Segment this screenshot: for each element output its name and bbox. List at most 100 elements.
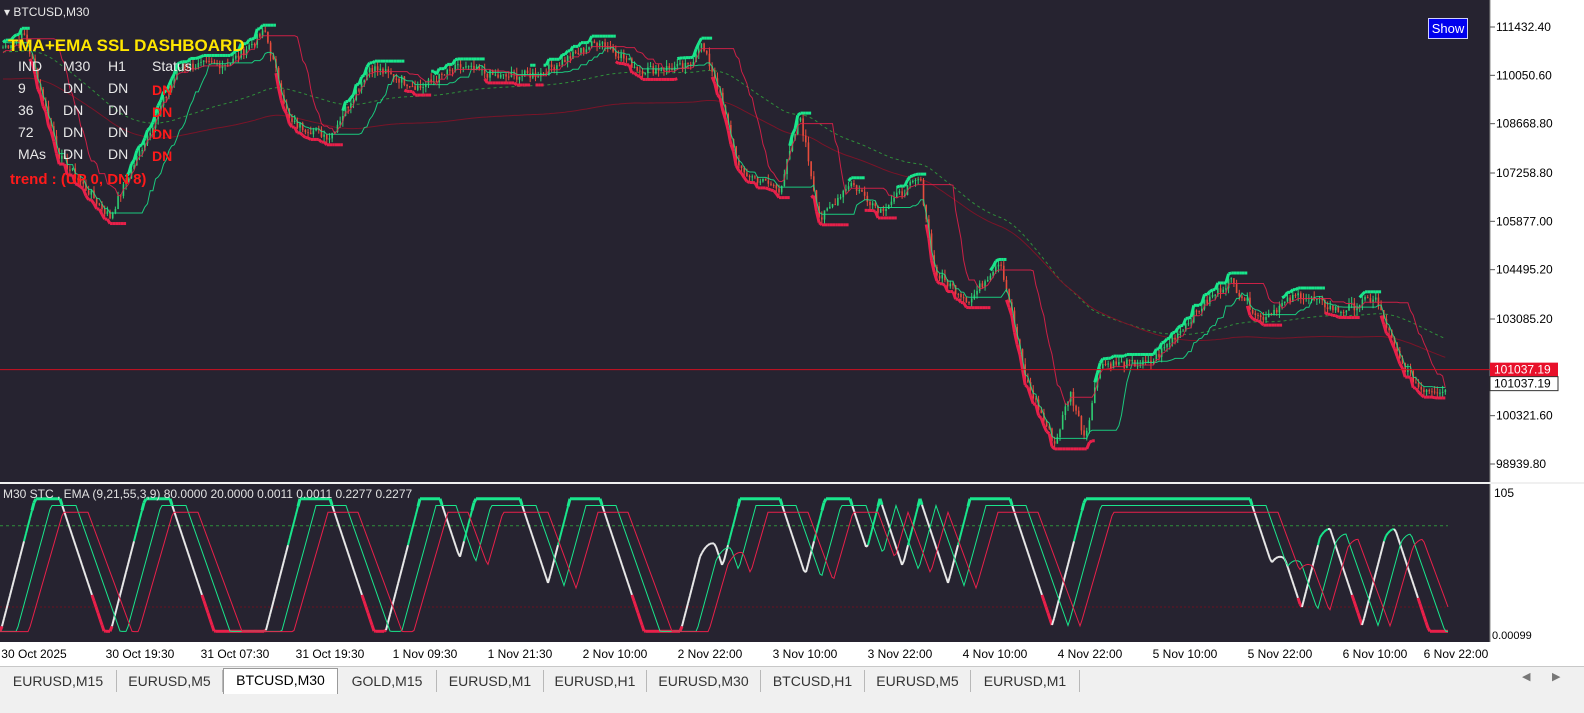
ssl-band-segment bbox=[1188, 317, 1191, 318]
stc-segment bbox=[1276, 557, 1278, 558]
candle-body bbox=[1212, 295, 1214, 297]
tab-eurusd-m5[interactable]: EURUSD,M5 bbox=[865, 670, 971, 692]
candle-body bbox=[409, 86, 411, 87]
candle-body bbox=[958, 294, 960, 295]
candle-body bbox=[642, 71, 644, 74]
stc-segment bbox=[1390, 530, 1392, 531]
ssl-band-segment bbox=[1413, 388, 1416, 389]
tab-btcusd-m30[interactable]: BTCUSD,M30 bbox=[223, 668, 338, 694]
candle-body bbox=[414, 86, 416, 90]
candle-body bbox=[1089, 420, 1091, 431]
tab-eurusd-m1[interactable]: EURUSD,M1 bbox=[437, 670, 544, 692]
stc-segment bbox=[1274, 558, 1276, 560]
candle-body bbox=[864, 192, 866, 196]
candle-body bbox=[987, 280, 989, 281]
ssl-band-segment bbox=[514, 83, 517, 85]
stc-segment bbox=[1326, 529, 1328, 530]
stc-segment bbox=[92, 595, 94, 601]
candle-body bbox=[1147, 361, 1149, 363]
candle-body bbox=[869, 202, 871, 205]
price-label: 105877.00 bbox=[1496, 214, 1553, 228]
candle-body bbox=[96, 198, 98, 203]
tab-eurusd-h1[interactable]: EURUSD,H1 bbox=[544, 670, 647, 692]
tab-gold-m15[interactable]: GOLD,M15 bbox=[338, 670, 437, 692]
stc-segment bbox=[1084, 499, 1086, 503]
candle-body bbox=[679, 63, 681, 64]
candle-body bbox=[88, 190, 90, 194]
candle-body bbox=[677, 64, 679, 67]
main-price-chart[interactable]: 111432.40110050.60108668.80107258.801058… bbox=[0, 0, 1584, 482]
ssl-band-segment bbox=[1282, 296, 1285, 298]
ssl-band-segment bbox=[1432, 397, 1435, 398]
candle-body bbox=[1006, 280, 1008, 289]
candle-body bbox=[1065, 406, 1067, 415]
stc-segment bbox=[824, 499, 826, 503]
candle-body bbox=[206, 61, 208, 62]
ssl-band-segment bbox=[907, 177, 910, 180]
dashboard-cell-status: DN bbox=[152, 104, 172, 120]
stc-segment bbox=[880, 499, 882, 505]
candle-body bbox=[875, 203, 877, 206]
candle-body bbox=[588, 47, 590, 49]
candle-body bbox=[583, 48, 585, 52]
stc-segment bbox=[1428, 628, 1430, 631]
candle-body bbox=[72, 168, 74, 169]
candle-body bbox=[1263, 317, 1265, 320]
ssl-band-segment bbox=[1210, 290, 1213, 292]
candle-body bbox=[1166, 344, 1168, 347]
tab-eurusd-m1[interactable]: EURUSD,M1 bbox=[971, 670, 1080, 692]
candle-body bbox=[880, 208, 882, 212]
ssl-band-segment bbox=[586, 42, 589, 43]
stc-segment bbox=[370, 619, 372, 625]
show-button[interactable]: Show bbox=[1428, 18, 1468, 39]
dashboard-cell-h1: DN bbox=[108, 102, 128, 118]
ssl-band-segment bbox=[996, 259, 999, 261]
candle-body bbox=[768, 181, 770, 184]
price-label: 100321.60 bbox=[1496, 409, 1553, 423]
candle-body bbox=[1003, 266, 1005, 280]
candle-body bbox=[1364, 297, 1366, 299]
candle-body bbox=[829, 207, 831, 209]
candle-body bbox=[446, 70, 448, 75]
candle-body bbox=[840, 197, 842, 198]
candle-body bbox=[1346, 311, 1348, 313]
candle-body bbox=[853, 183, 855, 185]
candle-body bbox=[1370, 298, 1372, 302]
candle-body bbox=[891, 202, 893, 205]
price-label: 104495.20 bbox=[1496, 263, 1553, 277]
stc-segment bbox=[94, 601, 96, 607]
candle-body bbox=[211, 61, 213, 62]
stc-segment bbox=[206, 607, 208, 613]
ssl-band-segment bbox=[774, 191, 777, 194]
dashboard-cell-m30: DN bbox=[63, 146, 83, 162]
stc-oscillator-chart[interactable]: 1050.00099 bbox=[0, 484, 1584, 642]
candle-body bbox=[687, 63, 689, 64]
candle-body bbox=[1102, 364, 1104, 368]
candle-body bbox=[960, 294, 962, 297]
candle-body bbox=[1198, 311, 1200, 312]
dashboard-cell-h1: DN bbox=[108, 124, 128, 140]
triangle-down-icon[interactable]: ▾ bbox=[4, 5, 10, 19]
tab-eurusd-m5[interactable]: EURUSD,M5 bbox=[117, 670, 223, 692]
candle-body bbox=[901, 191, 903, 195]
candle-body bbox=[644, 73, 646, 74]
candle-body bbox=[941, 275, 943, 279]
candle-body bbox=[369, 68, 371, 72]
candle-body bbox=[1115, 361, 1117, 364]
tab-eurusd-m15[interactable]: EURUSD,M15 bbox=[0, 670, 117, 692]
stc-segment bbox=[706, 545, 708, 547]
candle-body bbox=[444, 75, 446, 76]
tab-btcusd-h1[interactable]: BTCUSD,H1 bbox=[761, 670, 865, 692]
candle-body bbox=[982, 283, 984, 287]
ssl-band-segment bbox=[372, 61, 375, 63]
candle-body bbox=[1206, 300, 1208, 304]
candle-body bbox=[487, 74, 489, 78]
tab-eurusd-m30[interactable]: EURUSD,M30 bbox=[647, 670, 761, 692]
candle-body bbox=[417, 86, 419, 90]
ssl-band-segment bbox=[1178, 326, 1181, 328]
tab-scroll-left-icon[interactable]: ◀ bbox=[1522, 670, 1530, 683]
candle-body bbox=[406, 85, 408, 86]
candle-body bbox=[532, 73, 534, 78]
tab-scroll-right-icon[interactable]: ▶ bbox=[1552, 670, 1560, 683]
candle-body bbox=[377, 66, 379, 70]
